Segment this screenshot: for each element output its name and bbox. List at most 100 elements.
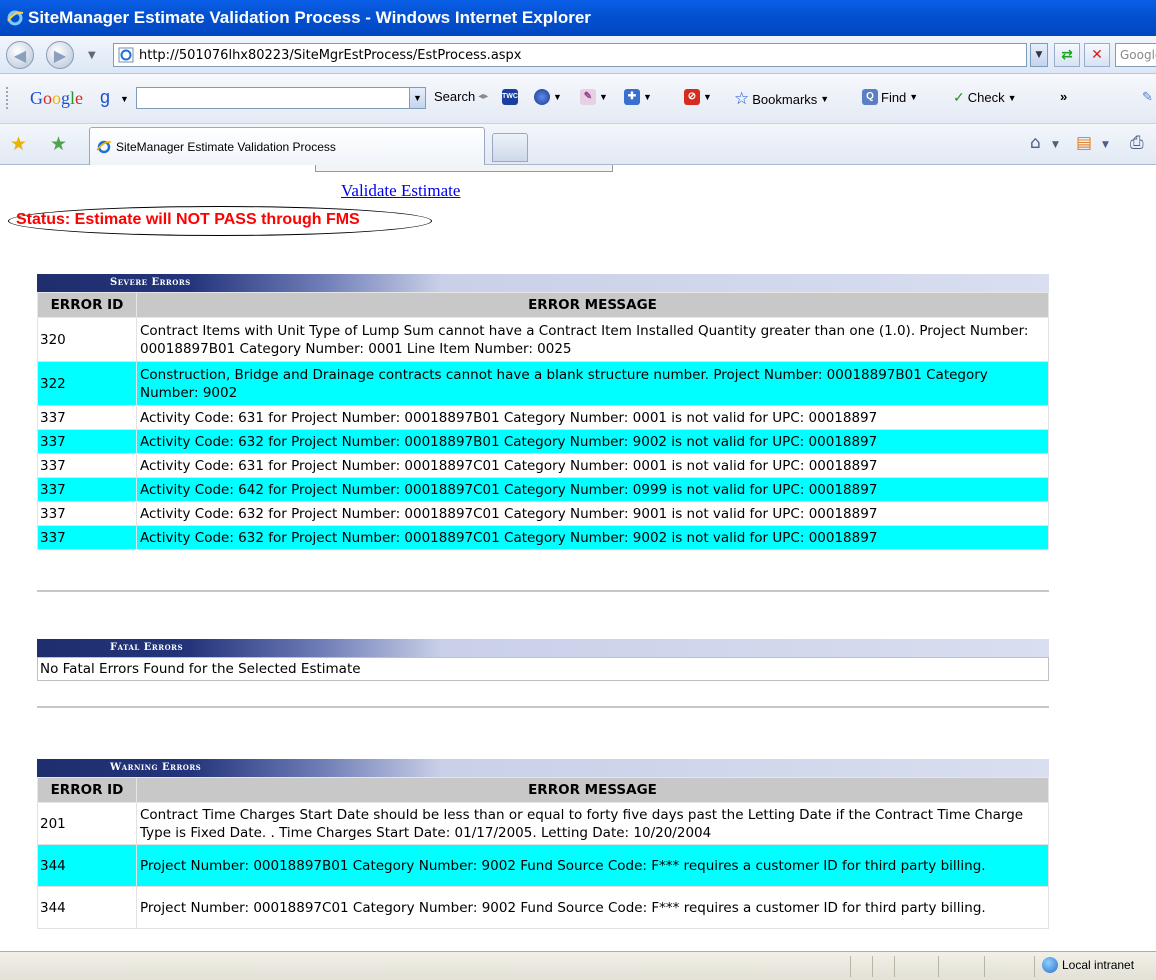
error-id-cell: 337: [37, 453, 137, 478]
table-row: 320 Contract Items with Unit Type of Lum…: [37, 317, 1049, 362]
bookmarks-label: Bookmarks: [752, 91, 818, 107]
bookmarks-button[interactable]: ☆ Bookmarks ▼: [734, 89, 829, 109]
toolbar-grip[interactable]: [6, 87, 9, 109]
close-icon: ✕: [1091, 47, 1103, 63]
separator-arrows-icon: ◂▸: [478, 91, 489, 102]
twc-button[interactable]: TWC: [502, 89, 518, 105]
chevron-down-icon: ▼: [703, 92, 712, 102]
table-header-row: ERROR ID ERROR MESSAGE: [37, 292, 1049, 318]
error-message-cell: Construction, Bridge and Drainage contra…: [136, 361, 1049, 406]
column-header-error-message[interactable]: ERROR MESSAGE: [136, 777, 1049, 803]
spellcheck-icon: ✓: [953, 89, 965, 105]
warning-errors-section: Warning Errors ERROR ID ERROR MESSAGE 20…: [37, 759, 1049, 929]
url-dropdown-button[interactable]: ▼: [1030, 43, 1048, 67]
warning-errors-header: Warning Errors: [37, 759, 1049, 777]
error-id-cell: 337: [37, 477, 137, 502]
tab-active[interactable]: SiteManager Estimate Validation Process: [89, 127, 485, 165]
fatal-errors-header: Fatal Errors: [37, 639, 1049, 657]
find-label: Find: [881, 89, 907, 105]
zone-label: Local intranet: [1062, 958, 1135, 972]
highlight-button[interactable]: ✎ ▼: [580, 89, 608, 105]
ie-logo-icon: [7, 10, 24, 26]
ie-page-icon: [96, 140, 112, 153]
google-search-dropdown[interactable]: ▼: [409, 87, 426, 109]
error-message-cell: Project Number: 00018897C01 Category Num…: [136, 886, 1049, 929]
status-divider: [850, 956, 851, 977]
blocked-icon: ⊘: [684, 89, 700, 105]
status-divider: [1034, 956, 1035, 977]
back-button[interactable]: ◀: [6, 41, 34, 69]
spell-check-button[interactable]: ✓ Check ▼: [953, 89, 1017, 106]
find-button[interactable]: Q Find ▼: [862, 89, 918, 105]
add-favorite-icon[interactable]: ★: [50, 133, 67, 155]
address-toolbar: ◀ ▶ ▼ http://501076lhx80223/SiteMgrEstPr…: [0, 36, 1156, 74]
chevron-down-icon: ▼: [599, 92, 608, 102]
security-zone[interactable]: Local intranet: [1042, 957, 1134, 973]
refresh-icon: ⇄: [1061, 47, 1073, 63]
forward-button[interactable]: ▶: [46, 41, 74, 69]
section-divider: [37, 590, 1049, 592]
window-title-bar[interactable]: SiteManager Estimate Validation Process …: [0, 0, 1156, 36]
find-icon: Q: [862, 89, 878, 105]
fatal-errors-section: Fatal Errors No Fatal Errors Found for t…: [37, 639, 1049, 681]
error-message-cell: Activity Code: 632 for Project Number: 0…: [136, 525, 1049, 550]
chevron-down-icon: ▼: [413, 93, 422, 103]
more-button[interactable]: »: [1060, 89, 1067, 104]
google-logo[interactable]: Google: [30, 88, 83, 109]
fatal-errors-message: No Fatal Errors Found for the Selected E…: [37, 657, 1049, 681]
feeds-icon[interactable]: ▤: [1076, 133, 1092, 153]
intranet-globe-icon: [1042, 957, 1058, 973]
severe-errors-table: ERROR ID ERROR MESSAGE 320 Contract Item…: [37, 292, 1049, 550]
section-title: Severe Errors: [110, 277, 191, 288]
search-label: Search: [434, 89, 476, 104]
live-search-input[interactable]: Google: [1115, 43, 1156, 67]
error-id-cell: 344: [37, 844, 137, 887]
table-row: 337 Activity Code: 642 for Project Numbe…: [37, 477, 1049, 502]
table-row: 337 Activity Code: 632 for Project Numbe…: [37, 525, 1049, 550]
pen-icon: ✎: [580, 89, 596, 105]
chevron-down-icon: ▼: [553, 92, 562, 102]
column-header-error-id[interactable]: ERROR ID: [37, 777, 137, 803]
error-id-cell: 201: [37, 802, 137, 845]
section-divider: [37, 706, 1049, 708]
chevron-down-icon: ▼: [909, 92, 919, 102]
chevron-down-icon: ▼: [1035, 50, 1043, 60]
table-row: 337 Activity Code: 632 for Project Numbe…: [37, 429, 1049, 454]
addon-button[interactable]: ✚ ▼: [624, 89, 652, 105]
home-icon[interactable]: ⌂: [1030, 133, 1041, 153]
globe-button[interactable]: ▼: [534, 89, 562, 105]
popup-blocker-button[interactable]: ⊘ ▼: [684, 89, 712, 105]
favorites-star-icon[interactable]: ★: [10, 133, 27, 155]
error-id-cell: 337: [37, 525, 137, 550]
status-divider: [938, 956, 939, 977]
logo-letter: o: [52, 88, 61, 108]
back-arrow-icon: ◀: [13, 45, 27, 65]
page-content: Validate Estimate Status: Estimate will …: [0, 165, 1156, 951]
status-divider: [984, 956, 985, 977]
google-g-icon[interactable]: g: [100, 87, 110, 108]
chevron-down-icon[interactable]: ▼: [1102, 140, 1109, 150]
google-search-input[interactable]: [136, 87, 426, 109]
validate-estimate-link[interactable]: Validate Estimate: [341, 181, 460, 201]
url-input[interactable]: http://501076lhx80223/SiteMgrEstProcess/…: [113, 43, 1027, 67]
section-title: Warning Errors: [110, 762, 202, 773]
chevron-down-icon[interactable]: ▼: [120, 94, 129, 104]
new-tab-button[interactable]: [492, 133, 528, 162]
table-row: 337 Activity Code: 631 for Project Numbe…: [37, 453, 1049, 478]
stop-button[interactable]: ✕: [1084, 43, 1110, 67]
settings-icon[interactable]: ✎: [1142, 89, 1153, 105]
error-message-cell: Activity Code: 632 for Project Number: 0…: [136, 429, 1049, 454]
tab-label: SiteManager Estimate Validation Process: [116, 139, 336, 154]
status-message: Status: Estimate will NOT PASS through F…: [16, 211, 360, 228]
history-dropdown-icon[interactable]: ▼: [88, 50, 96, 61]
column-header-error-id[interactable]: ERROR ID: [37, 292, 137, 318]
print-icon[interactable]: ⎙: [1130, 133, 1144, 153]
search-placeholder: Google: [1120, 48, 1156, 62]
section-title: Fatal Errors: [110, 642, 184, 653]
chevron-down-icon[interactable]: ▼: [1052, 140, 1059, 150]
search-button[interactable]: Search ◂▸: [434, 89, 488, 104]
status-divider: [872, 956, 873, 977]
refresh-button[interactable]: ⇄: [1054, 43, 1080, 67]
column-header-error-message[interactable]: ERROR MESSAGE: [136, 292, 1049, 318]
status-bar: Local intranet: [0, 951, 1156, 980]
